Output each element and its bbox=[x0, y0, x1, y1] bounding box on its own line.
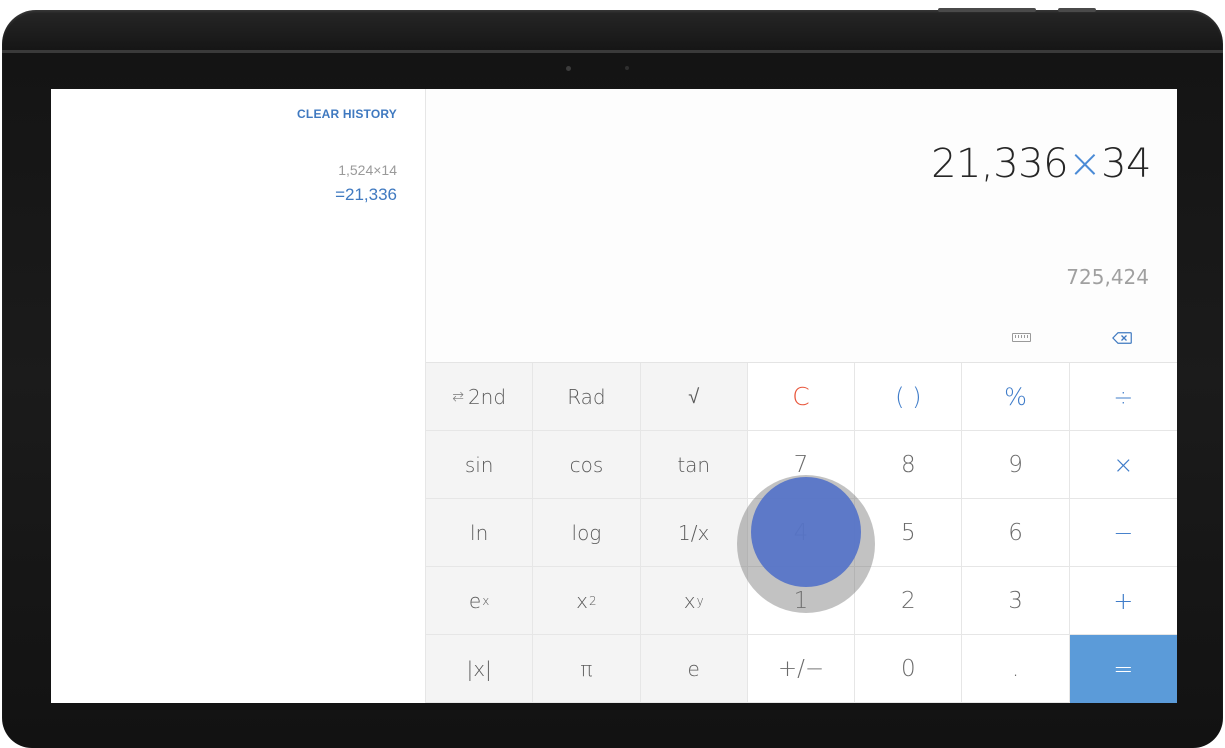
history-expression[interactable]: 1,524×14 bbox=[338, 162, 397, 178]
reciprocal-button[interactable]: 1/x bbox=[640, 499, 748, 567]
volume-button bbox=[938, 8, 1036, 12]
history-panel: CLEAR HISTORY 1,524×14 =21,336 bbox=[51, 89, 426, 703]
digit-1-button[interactable]: 1 bbox=[747, 567, 856, 635]
operand-a: 21,336 bbox=[931, 141, 1069, 187]
digit-3-button[interactable]: 3 bbox=[962, 567, 1070, 635]
digit-8-button[interactable]: 8 bbox=[855, 431, 963, 499]
tablet-hinge bbox=[2, 50, 1223, 53]
second-label: 2nd bbox=[467, 384, 507, 409]
minus-button[interactable]: − bbox=[1069, 499, 1177, 567]
ruler-icon[interactable] bbox=[1012, 333, 1031, 342]
absolute-value-button[interactable]: |x| bbox=[426, 635, 534, 703]
expression-field[interactable]: 21,336×34 bbox=[931, 141, 1151, 187]
square-button[interactable]: x2 bbox=[533, 567, 641, 635]
calculator-display: 21,336×34 725,424 bbox=[426, 89, 1177, 362]
digit-7-button[interactable]: 7 bbox=[747, 431, 856, 499]
operand-b: 34 bbox=[1101, 141, 1151, 187]
result-preview: 725,424 bbox=[1066, 265, 1149, 289]
swap-arrows-icon: ⇆ bbox=[452, 388, 464, 405]
pi-button[interactable]: π bbox=[533, 635, 641, 703]
log-button[interactable]: log bbox=[533, 499, 641, 567]
digit-2-button[interactable]: 2 bbox=[855, 567, 963, 635]
clear-button[interactable]: C bbox=[747, 363, 856, 431]
second-function-button[interactable]: ⇆ 2nd bbox=[426, 363, 534, 431]
digit-4-button[interactable]: 4 bbox=[747, 499, 856, 567]
square-root-button[interactable]: √ bbox=[640, 363, 748, 431]
power-base: x bbox=[683, 588, 696, 613]
square-base: x bbox=[576, 588, 589, 613]
operator-symbol: × bbox=[1068, 141, 1102, 187]
digit-0-button[interactable]: 0 bbox=[855, 635, 963, 703]
tan-button[interactable]: tan bbox=[640, 431, 748, 499]
plus-button[interactable]: + bbox=[1069, 567, 1177, 635]
clear-history-button[interactable]: CLEAR HISTORY bbox=[297, 107, 397, 121]
digit-9-button[interactable]: 9 bbox=[962, 431, 1070, 499]
backspace-icon[interactable] bbox=[1112, 332, 1132, 344]
exp-base: e bbox=[468, 588, 482, 613]
power-superscript: y bbox=[696, 593, 704, 608]
percent-button[interactable]: % bbox=[962, 363, 1070, 431]
negate-button[interactable]: +/− bbox=[747, 635, 856, 703]
multiply-button[interactable]: × bbox=[1069, 431, 1177, 499]
square-superscript: 2 bbox=[589, 593, 597, 608]
euler-e-button[interactable]: e bbox=[640, 635, 748, 703]
exp-superscript: x bbox=[482, 593, 490, 608]
ln-button[interactable]: ln bbox=[426, 499, 534, 567]
history-result[interactable]: =21,336 bbox=[335, 185, 397, 205]
power-button bbox=[1058, 8, 1096, 12]
exp-button[interactable]: ex bbox=[426, 567, 534, 635]
rad-deg-button[interactable]: Rad bbox=[533, 363, 641, 431]
digit-5-button[interactable]: 5 bbox=[855, 499, 963, 567]
sin-button[interactable]: sin bbox=[426, 431, 534, 499]
power-button[interactable]: xy bbox=[640, 567, 748, 635]
divide-button[interactable]: ÷ bbox=[1069, 363, 1177, 431]
digit-6-button[interactable]: 6 bbox=[962, 499, 1070, 567]
equals-button[interactable]: = bbox=[1069, 635, 1177, 703]
keypad: ⇆ 2nd Rad √ C ( ) % ÷ sin cos tan 7 8 9 ×… bbox=[426, 362, 1177, 703]
parentheses-button[interactable]: ( ) bbox=[855, 363, 963, 431]
calculator-screen: CLEAR HISTORY 1,524×14 =21,336 21,336×34… bbox=[51, 89, 1177, 703]
decimal-point-button[interactable]: . bbox=[962, 635, 1070, 703]
light-sensor bbox=[625, 66, 629, 70]
cos-button[interactable]: cos bbox=[533, 431, 641, 499]
front-camera bbox=[566, 66, 571, 71]
